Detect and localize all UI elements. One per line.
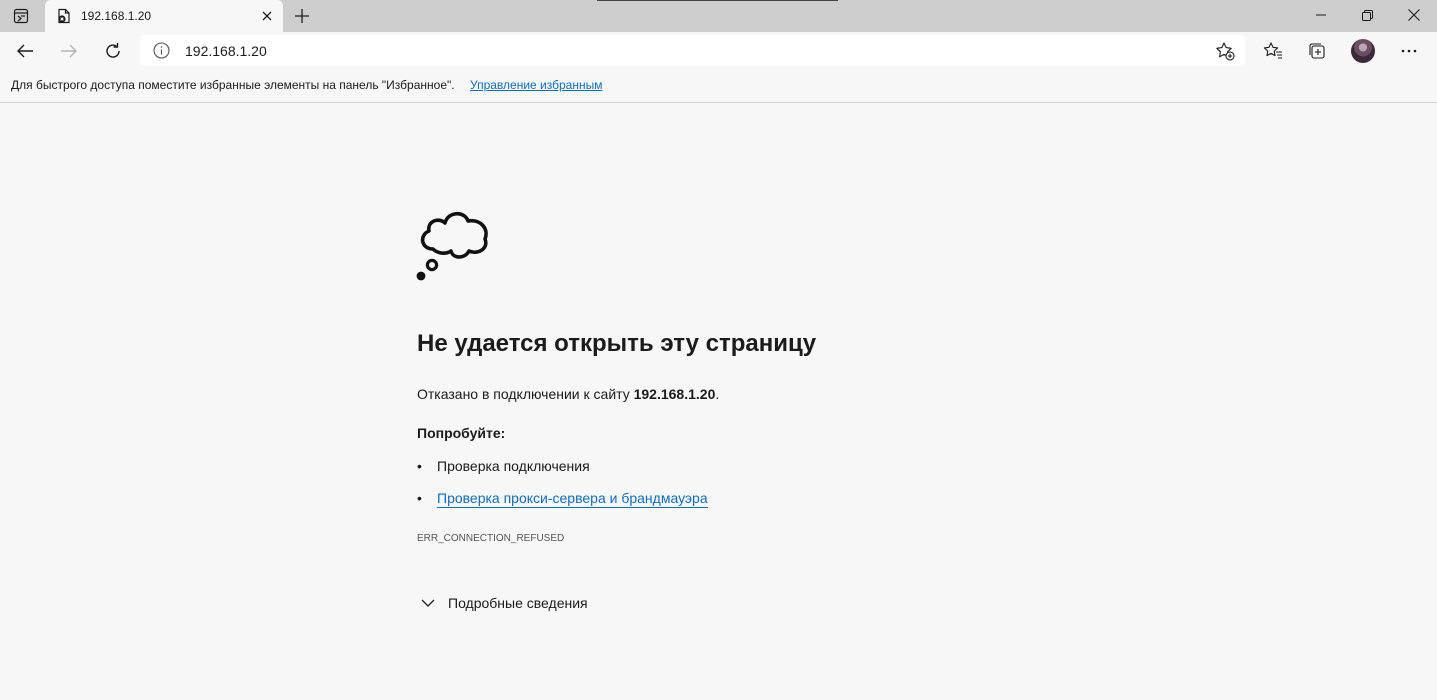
tab-strip: 192.168.1.20: [0, 0, 1437, 32]
details-label: Подробные сведения: [448, 595, 588, 611]
plus-icon: [295, 9, 309, 23]
try-heading: Попробуйте:: [417, 425, 506, 441]
error-code: ERR_CONNECTION_REFUSED: [417, 533, 565, 544]
tab-title: 192.168.1.20: [81, 9, 152, 23]
favorites-icon: [1263, 42, 1282, 59]
error-description: Отказано в подключении к сайту 192.168.1…: [417, 386, 719, 402]
page-error-icon: [58, 8, 70, 24]
error-description-prefix: Отказано в подключении к сайту: [417, 386, 634, 402]
check-proxy-firewall-link[interactable]: Проверка прокси-сервера и брандмауэра: [437, 490, 708, 508]
profile-button[interactable]: [1348, 36, 1378, 66]
navigation-toolbar: 192.168.1.20: [0, 32, 1437, 70]
close-icon: [262, 11, 272, 21]
list-item: • Проверка прокси-сервера и брандмауэра: [417, 490, 708, 508]
refresh-button[interactable]: [98, 36, 128, 66]
restore-icon: [1361, 9, 1373, 21]
active-tab[interactable]: 192.168.1.20: [45, 0, 283, 32]
list-item: • Проверка подключения: [417, 458, 590, 474]
page-content: Не удается открыть эту страницу Отказано…: [0, 103, 1437, 700]
bullet: •: [417, 458, 422, 474]
error-description-suffix: .: [715, 386, 720, 402]
star-add-icon[interactable]: [1215, 41, 1235, 61]
cloud-thought-icon: [416, 211, 488, 281]
manage-favorites-link[interactable]: Управление избранным: [470, 78, 602, 92]
details-button[interactable]: Подробные сведения: [417, 593, 588, 613]
favorites-button[interactable]: [1258, 36, 1288, 66]
favorites-bar: Для быстрого доступа поместите избранные…: [0, 70, 1437, 103]
favorites-bar-message: Для быстрого доступа поместите избранные…: [11, 78, 455, 92]
avatar: [1351, 39, 1375, 63]
chevron-down-icon: [421, 599, 435, 607]
window-close-button[interactable]: [1391, 0, 1437, 30]
tab-actions-icon: [13, 8, 29, 24]
error-title: Не удается открыть эту страницу: [417, 330, 817, 357]
address-bar[interactable]: 192.168.1.20: [140, 35, 1245, 66]
arrow-right-icon: [61, 44, 77, 58]
forward-button[interactable]: [54, 36, 84, 66]
new-tab-button[interactable]: [289, 4, 315, 28]
arrow-left-icon: [17, 44, 33, 58]
settings-and-more-button[interactable]: [1394, 36, 1424, 66]
bullet: •: [417, 490, 422, 506]
collections-icon: [1309, 43, 1325, 59]
info-icon[interactable]: [153, 42, 170, 59]
minimize-button[interactable]: [1298, 0, 1344, 30]
window-accent-line: [597, 0, 838, 1]
collections-button[interactable]: [1302, 36, 1332, 66]
more-icon: [1401, 49, 1417, 53]
tab-close-button[interactable]: [258, 7, 276, 25]
suggestion-check-connection: Проверка подключения: [437, 458, 590, 474]
close-icon: [1408, 9, 1420, 21]
tab-actions-button[interactable]: [6, 4, 36, 28]
refresh-icon: [106, 43, 120, 58]
restore-button[interactable]: [1344, 0, 1390, 30]
back-button[interactable]: [10, 36, 40, 66]
error-host: 192.168.1.20: [633, 386, 716, 402]
url-text[interactable]: 192.168.1.20: [185, 43, 267, 59]
minimize-icon: [1316, 14, 1326, 16]
